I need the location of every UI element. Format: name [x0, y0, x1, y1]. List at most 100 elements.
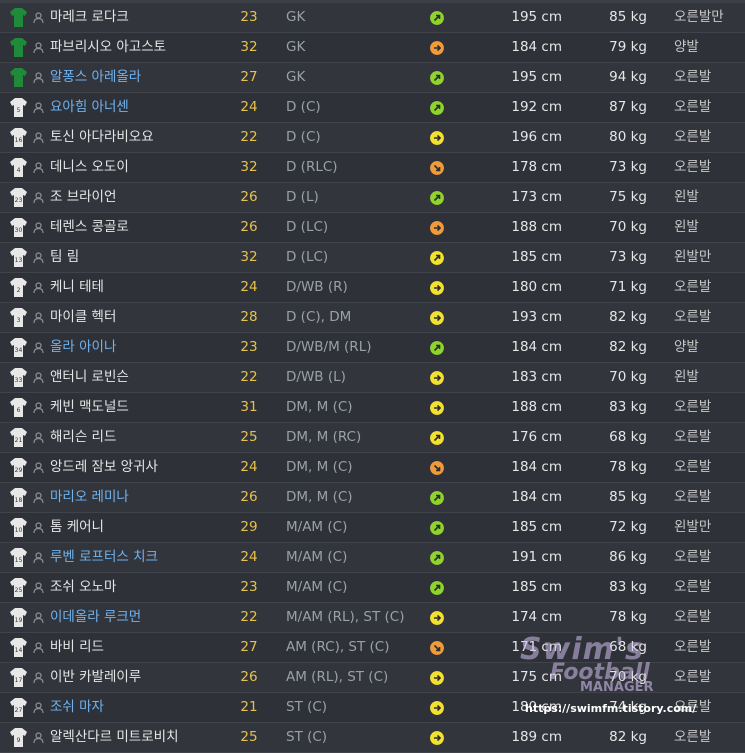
player-preferred-foot: 오른발 — [674, 609, 712, 625]
player-weight: 72 kg — [609, 519, 647, 535]
player-name[interactable]: 파브리시오 아고스토 — [50, 33, 166, 62]
player-name[interactable]: 올라 아이나 — [50, 333, 116, 362]
player-name[interactable]: 알렉산다르 미트로비치 — [50, 723, 179, 752]
player-position: GK — [286, 69, 306, 85]
player-row[interactable]: 25 조쉬 오노마 23 M/AM (C) 185 cm 83 kg 오른발 — [0, 573, 745, 603]
player-name[interactable]: 알퐁스 아레올라 — [50, 63, 141, 92]
player-name[interactable]: 루벤 로프터스 치크 — [50, 543, 158, 572]
player-height: 180 cm — [511, 699, 562, 715]
player-position: GK — [286, 9, 306, 25]
shirt-number-icon: 23 — [10, 188, 27, 207]
condition-arrow-icon — [430, 551, 444, 565]
player-name[interactable]: 조쉬 마자 — [50, 693, 104, 722]
player-row[interactable]: 15 루벤 로프터스 치크 24 M/AM (C) 191 cm 86 kg 오른발 — [0, 543, 745, 573]
player-age: 24 — [240, 99, 258, 115]
player-name[interactable]: 테렌스 콩골로 — [50, 213, 129, 242]
player-weight: 82 kg — [609, 339, 647, 355]
player-row[interactable]: 33 앤터니 로빈슨 22 D/WB (L) 183 cm 70 kg 왼발 — [0, 363, 745, 393]
player-name[interactable]: 톰 케어니 — [50, 513, 104, 542]
player-name[interactable]: 조쉬 오노마 — [50, 573, 116, 602]
shirt-number-icon: 19 — [10, 608, 27, 627]
player-name[interactable]: 이반 카발레이루 — [50, 663, 141, 692]
player-name[interactable]: 데니스 오도이 — [50, 153, 129, 182]
player-row[interactable]: 6 케빈 맥도널드 31 DM, M (C) 188 cm 83 kg 오른발 — [0, 393, 745, 423]
player-row[interactable]: 27 조쉬 마자 21 ST (C) 180 cm 74 kg 오른발 — [0, 693, 745, 723]
shirt-number-icon: 3 — [10, 308, 27, 327]
svg-text:6: 6 — [17, 407, 21, 414]
player-row[interactable]: 13 팀 림 32 D (LC) 185 cm 73 kg 왼발만 — [0, 243, 745, 273]
svg-text:27: 27 — [15, 707, 23, 714]
player-name[interactable]: 요아힘 아너센 — [50, 93, 129, 122]
player-weight: 85 kg — [609, 9, 647, 25]
player-age: 23 — [240, 339, 258, 355]
condition-arrow-icon — [430, 251, 444, 265]
player-row[interactable]: 9 알렉산다르 미트로비치 25 ST (C) 189 cm 82 kg 오른발 — [0, 723, 745, 753]
player-row[interactable]: 2 케니 테테 24 D/WB (R) 180 cm 71 kg 오른발 — [0, 273, 745, 303]
player-row[interactable]: 30 테렌스 콩골로 26 D (LC) 188 cm 70 kg 왼발 — [0, 213, 745, 243]
player-row[interactable]: 10 톰 케어니 29 M/AM (C) 185 cm 72 kg 왼발만 — [0, 513, 745, 543]
player-row[interactable]: 21 해리슨 리드 25 DM, M (RC) 176 cm 68 kg 오른발 — [0, 423, 745, 453]
player-name[interactable]: 앙드레 잠보 앙귀사 — [50, 453, 158, 482]
player-name[interactable]: 케니 테테 — [50, 273, 104, 302]
player-name[interactable]: 이데올라 루크먼 — [50, 603, 141, 632]
condition-arrow-icon — [430, 71, 444, 85]
player-row[interactable]: 5 요아힘 아너센 24 D (C) 192 cm 87 kg 오른발 — [0, 93, 745, 123]
player-position: D (RLC) — [286, 159, 338, 175]
player-weight: 70 kg — [609, 219, 647, 235]
player-row[interactable]: 마레크 로다크 23 GK 195 cm 85 kg 오른발만 — [0, 3, 745, 33]
player-row[interactable]: 14 바비 리드 27 AM (RC), ST (C) 171 cm 68 kg 오른발 — [0, 633, 745, 663]
player-row[interactable]: 16 토신 아다라비오요 22 D (C) 196 cm 80 kg 오른발 — [0, 123, 745, 153]
player-row[interactable]: 파브리시오 아고스토 32 GK 184 cm 79 kg 양발 — [0, 33, 745, 63]
player-name[interactable]: 케빈 맥도널드 — [50, 393, 129, 422]
player-row[interactable]: 알퐁스 아레올라 27 GK 195 cm 94 kg 오른발 — [0, 63, 745, 93]
player-age: 23 — [240, 579, 258, 595]
player-name[interactable]: 바비 리드 — [50, 633, 104, 662]
player-weight: 75 kg — [609, 189, 647, 205]
player-height: 189 cm — [511, 729, 562, 745]
player-name[interactable]: 마레크 로다크 — [50, 3, 129, 32]
player-weight: 73 kg — [609, 249, 647, 265]
scout-person-icon — [33, 462, 44, 473]
player-preferred-foot: 왼발만 — [674, 519, 712, 535]
player-name[interactable]: 해리슨 리드 — [50, 423, 116, 452]
svg-text:3: 3 — [17, 317, 21, 324]
player-row[interactable]: 19 이데올라 루크먼 22 M/AM (RL), ST (C) 174 cm 78 kg… — [0, 603, 745, 633]
player-height: 184 cm — [511, 489, 562, 505]
player-row[interactable]: 3 마이클 헥터 28 D (C), DM 193 cm 82 kg 오른발 — [0, 303, 745, 333]
player-age: 21 — [240, 699, 258, 715]
shirt-number-icon: 15 — [10, 548, 27, 567]
player-name[interactable]: 마리오 레미나 — [50, 483, 129, 512]
player-row[interactable]: 29 앙드레 잠보 앙귀사 24 DM, M (C) 184 cm 78 kg 오른발 — [0, 453, 745, 483]
player-row[interactable]: 18 마리오 레미나 26 DM, M (C) 184 cm 85 kg 오른발 — [0, 483, 745, 513]
condition-arrow-icon — [430, 11, 444, 25]
player-age: 24 — [240, 459, 258, 475]
player-name[interactable]: 토신 아다라비오요 — [50, 123, 154, 152]
scout-person-icon — [33, 132, 44, 143]
svg-text:21: 21 — [15, 437, 23, 444]
player-position: M/AM (C) — [286, 519, 348, 535]
goalkeeper-shirt-icon — [10, 8, 27, 27]
shirt-number-icon: 17 — [10, 668, 27, 687]
player-position: D (L) — [286, 189, 319, 205]
player-age: 25 — [240, 429, 258, 445]
shirt-number-icon: 4 — [10, 158, 27, 177]
player-position: D (C) — [286, 99, 321, 115]
player-name[interactable]: 앤터니 로빈슨 — [50, 363, 129, 392]
player-age: 26 — [240, 219, 258, 235]
scout-person-icon — [33, 222, 44, 233]
player-row[interactable]: 17 이반 카발레이루 26 AM (RL), ST (C) 175 cm 70 kg 오른… — [0, 663, 745, 693]
player-height: 173 cm — [511, 189, 562, 205]
player-row[interactable]: 23 조 브라이언 26 D (L) 173 cm 75 kg 왼발 — [0, 183, 745, 213]
shirt-number-icon: 2 — [10, 278, 27, 297]
player-height: 185 cm — [511, 579, 562, 595]
player-name[interactable]: 팀 림 — [50, 243, 79, 272]
player-preferred-foot: 오른발 — [674, 69, 712, 85]
player-age: 32 — [240, 159, 258, 175]
svg-text:13: 13 — [15, 257, 23, 264]
player-name[interactable]: 조 브라이언 — [50, 183, 116, 212]
condition-arrow-icon — [430, 701, 444, 715]
player-row[interactable]: 4 데니스 오도이 32 D (RLC) 178 cm 73 kg 오른발 — [0, 153, 745, 183]
player-name[interactable]: 마이클 헥터 — [50, 303, 116, 332]
player-row[interactable]: 34 올라 아이나 23 D/WB/M (RL) 184 cm 82 kg 양발 — [0, 333, 745, 363]
player-position: D (C), DM — [286, 309, 352, 325]
